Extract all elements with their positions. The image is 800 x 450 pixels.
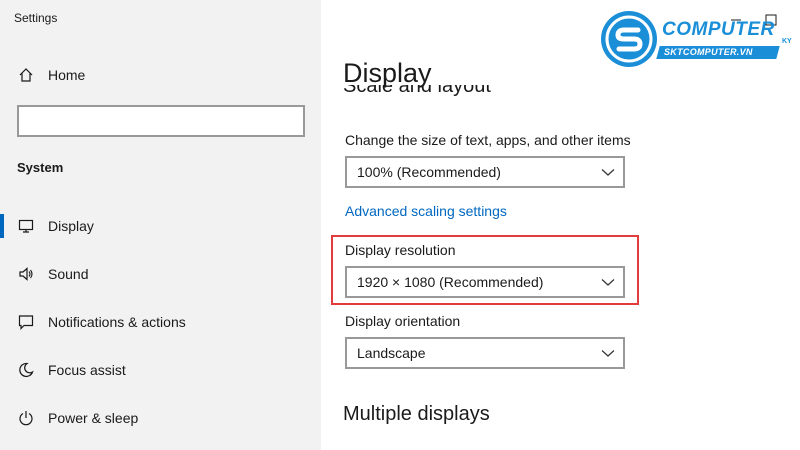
sidebar-item-label: Notifications & actions [48, 314, 186, 330]
home-icon [19, 68, 33, 82]
chevron-down-icon [601, 169, 615, 176]
sidebar-item-home[interactable]: Home [0, 56, 321, 94]
resolution-dropdown[interactable]: 1920 × 1080 (Recommended) [345, 266, 625, 298]
chevron-down-icon [601, 350, 615, 357]
logo-emblem-icon [601, 11, 657, 67]
sidebar-item-power-sleep[interactable]: Power & sleep [0, 398, 321, 438]
notification-icon [18, 315, 34, 330]
sidebar-item-focus-assist[interactable]: Focus assist [0, 350, 321, 390]
scale-dropdown[interactable]: 100% (Recommended) [345, 156, 625, 188]
speaker-icon [19, 267, 33, 281]
sidebar-item-label: Sound [48, 266, 89, 282]
monitor-icon [18, 219, 34, 233]
watermark-logo: COMPUTER KY SKTCOMPUTER.VN [598, 8, 798, 70]
resolution-value: 1920 × 1080 (Recommended) [357, 274, 544, 290]
logo-url: SKTCOMPUTER.VN [664, 47, 753, 57]
sidebar-item-label: Power & sleep [48, 410, 139, 426]
multiple-displays-heading: Multiple displays [343, 403, 490, 425]
search-input[interactable] [17, 105, 305, 137]
window-title: Settings [14, 11, 58, 25]
section-label: System [17, 160, 64, 175]
orientation-label: Display orientation [345, 313, 461, 329]
sidebar-item-label: Focus assist [48, 362, 126, 378]
sidebar-item-display[interactable]: Display [0, 206, 321, 246]
chevron-down-icon [601, 279, 615, 286]
resolution-label: Display resolution [345, 242, 456, 258]
power-icon [19, 411, 33, 426]
orientation-dropdown[interactable]: Landscape [345, 337, 625, 369]
section-heading-scale: Scale and layout [343, 85, 643, 107]
sidebar-item-label: Display [48, 218, 94, 234]
sidebar-item-label: Home [48, 67, 86, 83]
advanced-scaling-link[interactable]: Advanced scaling settings [345, 203, 507, 219]
sidebar-item-notifications[interactable]: Notifications & actions [0, 302, 321, 342]
moon-icon [19, 362, 34, 378]
sidebar: Settings Home System Display Sound Notif… [0, 0, 321, 450]
section-heading-text: Scale and layout [343, 85, 491, 97]
logo-suffix: KY [782, 38, 792, 45]
sidebar-item-sound[interactable]: Sound [0, 254, 321, 294]
scale-value: 100% (Recommended) [357, 164, 501, 180]
orientation-value: Landscape [357, 345, 426, 361]
scale-label: Change the size of text, apps, and other… [345, 132, 631, 148]
logo-brand: COMPUTER [662, 19, 775, 40]
